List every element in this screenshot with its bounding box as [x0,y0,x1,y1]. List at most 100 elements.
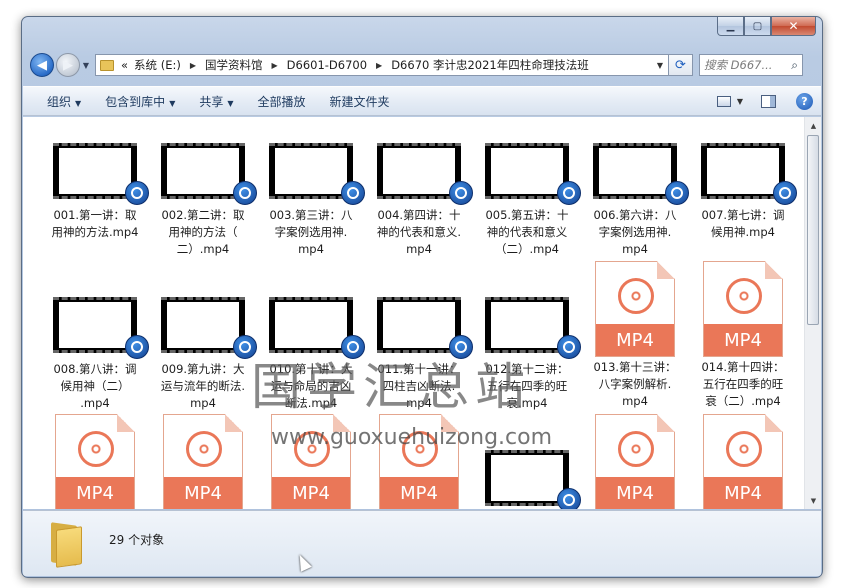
file-name-line: 004.第四讲：十 [377,208,461,222]
file-item[interactable]: MP4016.第十六讲： [153,414,253,509]
explorer-window: ▁ ▢ ✕ ◀ ▶ ▼ « 系统 (E:) ▶ 国学资料馆 ▶ D6601-D6… [21,16,823,578]
file-name: 014.第十四讲： 五行在四季的旺 衰（二）.mp4 [693,359,793,410]
share-button[interactable]: 共享 ▼ [199,93,233,110]
file-name-line: mp4 [298,242,324,256]
breadcrumb-separator-icon[interactable]: ▶ [265,61,283,70]
file-name: 013.第十三讲： 八字案例解析. mp4 [585,359,685,410]
video-player-icon [665,181,689,205]
breadcrumb-folder-1[interactable]: 国学资料馆 [202,57,266,73]
mp4-file-icon: MP4 [703,414,783,509]
breadcrumb-separator-icon[interactable]: ▶ [370,61,388,70]
file-name-line: 014.第十四讲： [701,360,785,374]
mp4-badge: MP4 [272,477,350,509]
file-name-line: 候用神.mp4 [711,225,775,239]
file-name: 004.第四讲：十 神的代表和意义. mp4 [369,207,469,258]
play-all-button[interactable]: 全部播放 [258,93,306,110]
file-name-line: 候用神（二） [60,379,130,393]
organize-button[interactable]: 组织 ▼ [47,93,81,110]
folder-icon [51,522,83,568]
file-name: 007.第七讲：调 候用神.mp4 [693,207,793,241]
file-name-line: 003.第三讲：八 [269,208,353,222]
scroll-down-icon[interactable]: ▼ [805,492,821,509]
file-item[interactable]: MP4021.第二十一 [693,414,793,509]
file-name-line: mp4 [622,394,648,408]
mp4-badge: MP4 [704,477,782,509]
file-name-line: 字案例选用神. [274,225,348,239]
mp4-file-icon: MP4 [163,414,243,509]
new-folder-button[interactable]: 新建文件夹 [330,93,390,110]
watermark-url: www.guoxuehuizong.com [271,425,553,450]
video-player-icon [125,181,149,205]
file-name: 006.第六讲：八 字案例选用神. mp4 [585,207,685,258]
file-item[interactable]: MP4015.第十五讲： [45,414,145,509]
file-name-line: 用神的方法.mp4 [51,225,139,239]
film-reel-icon [726,431,762,467]
scrollbar-thumb[interactable] [807,135,819,325]
file-name-line: 006.第六讲：八 [593,208,677,222]
address-dropdown-icon[interactable]: ▼ [652,61,668,70]
file-item[interactable]: 004.第四讲：十 神的代表和意义. mp4 [369,135,473,285]
file-item[interactable]: MP4 014.第十四讲： 五行在四季的旺 衰（二）.mp4 [693,261,793,411]
file-item[interactable]: 001.第一讲：取 用神的方法.mp4 [45,135,149,285]
video-player-icon [557,488,581,509]
file-name-line: 007.第七讲：调 [701,208,785,222]
video-player-icon [557,335,581,359]
file-item[interactable]: 003.第三讲：八 字案例选用神. mp4 [261,135,365,285]
vertical-scrollbar[interactable]: ▲ ▼ [804,117,821,509]
file-name-line: 005.第五讲：十 [485,208,569,222]
mp4-file-icon: MP4 [595,414,675,509]
file-name-line: 用神的方法（ [168,225,238,239]
file-item[interactable]: MP4 013.第十三讲： 八字案例解析. mp4 [585,261,685,411]
breadcrumb-drive[interactable]: 系统 (E:) [131,57,184,73]
file-name-line: 运与流年的断法. [160,379,246,393]
film-reel-icon [726,278,762,314]
back-arrow-icon[interactable]: ◀ [30,53,54,77]
file-item[interactable]: 005.第五讲：十 神的代表和意义 （二）.mp4 [477,135,581,285]
file-item[interactable]: 002.第二讲：取 用神的方法（ 二）.mp4 [153,135,257,285]
minimize-button[interactable]: ▁ [717,17,744,36]
object-count: 29 个对象 [109,533,165,547]
file-name-line: 二）.mp4 [176,242,230,256]
search-icon[interactable]: ⌕ [791,58,798,73]
chevron-down-icon: ▼ [169,98,176,108]
file-name: 009.第九讲：大 运与流年的断法. mp4 [153,361,253,412]
file-item[interactable]: MP4020.第二十讲： [585,414,685,509]
breadcrumb-folder-2[interactable]: D6601-D6700 [284,58,370,72]
file-name-line: 008.第八讲：调 [53,362,137,376]
file-name-line: mp4 [406,242,432,256]
address-bar[interactable]: « 系统 (E:) ▶ 国学资料馆 ▶ D6601-D6700 ▶ D6670 … [95,54,669,76]
view-icon[interactable] [716,95,731,107]
breadcrumb-folder-3[interactable]: D6670 李计忠2021年四柱命理技法班 [388,57,592,73]
file-name-line: 字案例选用神. [598,225,672,239]
chevron-down-icon: ▼ [75,98,82,108]
file-name-line: （二）.mp4 [495,242,559,256]
preview-pane-icon[interactable] [761,94,776,108]
include-library-button[interactable]: 包含到库中 ▼ [105,93,175,110]
recent-pages-dropdown[interactable]: ▼ [80,61,92,70]
video-player-icon [449,181,473,205]
file-name: 008.第八讲：调 候用神（二） .mp4 [45,361,145,412]
close-button[interactable]: ✕ [771,17,816,36]
maximize-button[interactable]: ▢ [744,17,771,36]
file-name-line: 神的代表和意义 [486,225,568,239]
video-player-icon [125,335,149,359]
film-reel-icon [618,431,654,467]
file-name-line: 013.第十三讲： [593,360,677,374]
breadcrumb-overflow[interactable]: « [118,58,131,72]
help-icon[interactable]: ? [796,92,813,110]
search-input[interactable]: 搜索 D667... ⌕ [699,54,803,76]
refresh-icon[interactable]: ⟳ [669,54,693,76]
file-name: 003.第三讲：八 字案例选用神. mp4 [261,207,361,258]
organize-label: 组织 [47,94,72,109]
forward-arrow-icon[interactable]: ▶ [56,53,80,77]
breadcrumb-separator-icon[interactable]: ▶ [184,61,202,70]
scroll-up-icon[interactable]: ▲ [805,117,821,134]
file-item[interactable]: 019.第十九讲： [477,442,581,509]
film-reel-icon [186,431,222,467]
file-list[interactable]: 001.第一讲：取 用神的方法.mp4 002.第二讲：取 用神的方法（ 二）.mp4 0… [23,117,821,509]
file-name-line: 009.第九讲：大 [161,362,245,376]
caption-buttons: ▁ ▢ ✕ [717,17,816,36]
mp4-badge: MP4 [704,324,782,356]
video-player-icon [341,181,365,205]
view-options-dropdown[interactable]: ▼ [737,97,743,106]
